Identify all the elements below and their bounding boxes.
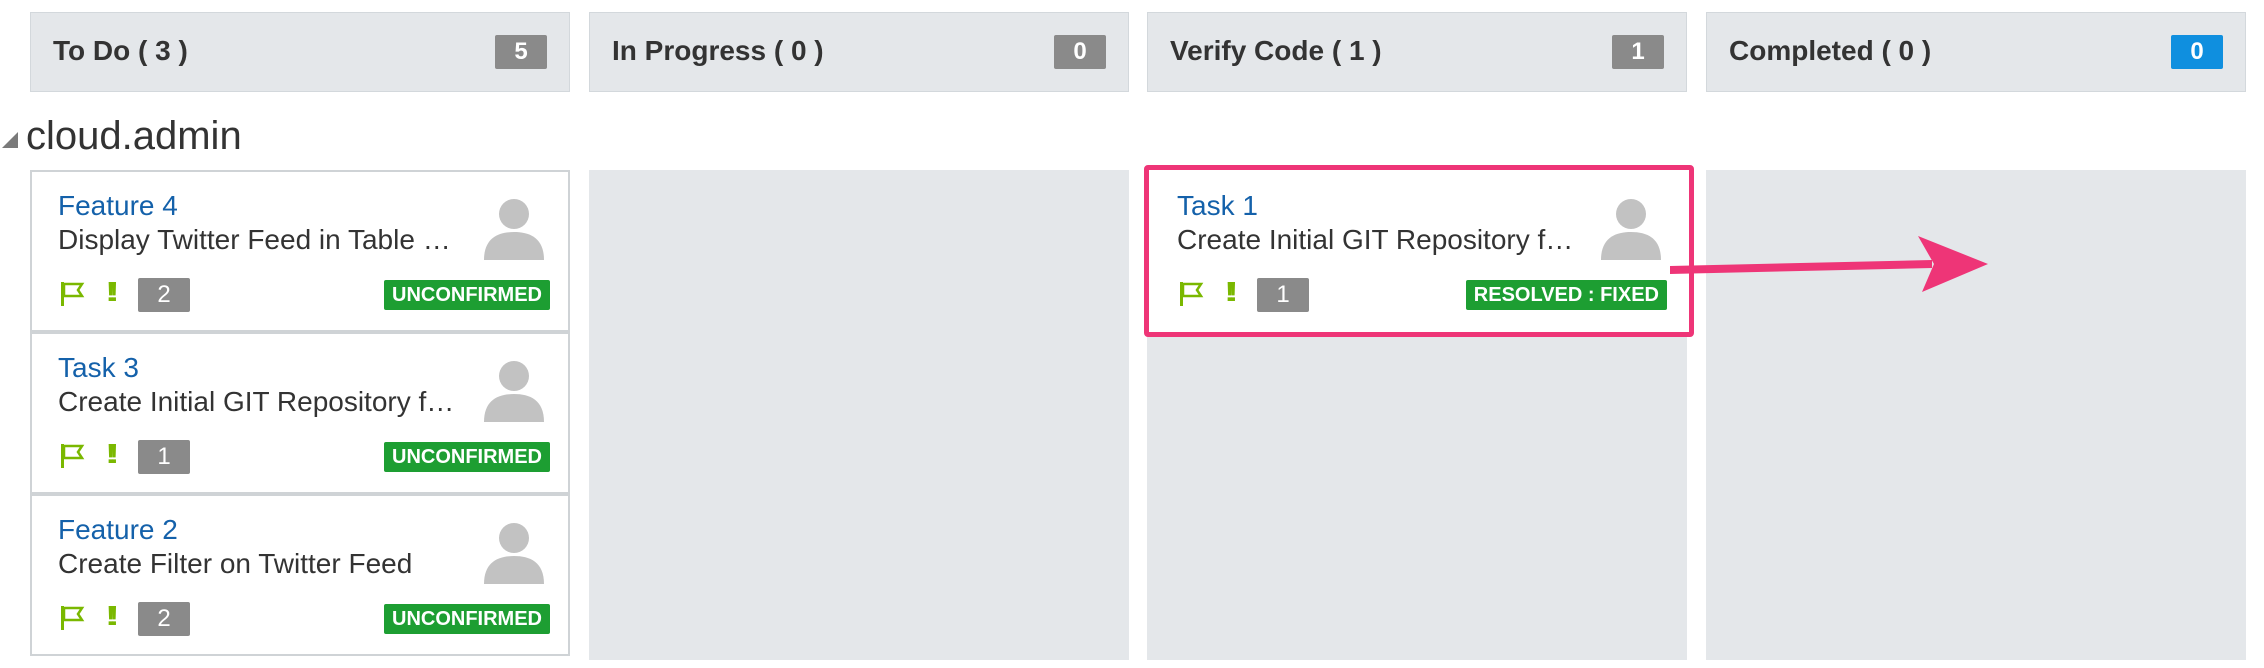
status-badge: UNCONFIRMED bbox=[384, 280, 550, 310]
collapse-triangle-icon[interactable] bbox=[2, 132, 18, 148]
column-count-badge: 1 bbox=[1612, 35, 1664, 69]
task-card[interactable]: Feature 4 Display Twitter Feed in Table … bbox=[30, 170, 570, 332]
priority-icon: !! bbox=[1225, 276, 1237, 307]
card-description: Create Filter on Twitter Feed bbox=[58, 548, 413, 579]
status-badge: UNCONFIRMED bbox=[384, 442, 550, 472]
task-card-highlighted[interactable]: Task 1 Create Initial GIT Repository f… … bbox=[1144, 165, 1694, 337]
user-avatar-icon bbox=[484, 361, 544, 422]
column-title: Completed ( 0 ) bbox=[1729, 35, 1932, 66]
card-description: Create Initial GIT Repository f… bbox=[58, 386, 455, 417]
column-header-completed[interactable]: Completed ( 0 ) 0 bbox=[1706, 12, 2246, 92]
card-description: Display Twitter Feed in Table … bbox=[58, 224, 451, 255]
flag-icon[interactable] bbox=[58, 442, 86, 470]
column-header-todo[interactable]: To Do ( 3 ) 5 bbox=[30, 12, 570, 92]
card-description: Create Initial GIT Repository f… bbox=[1177, 224, 1574, 255]
attachment-count: 1 bbox=[1257, 278, 1309, 312]
column-header-in-progress[interactable]: In Progress ( 0 ) 0 bbox=[589, 12, 1129, 92]
user-avatar-icon bbox=[484, 523, 544, 584]
column-title: To Do ( 3 ) bbox=[53, 35, 188, 66]
flag-icon[interactable] bbox=[58, 604, 86, 632]
swimlane-label: cloud.admin bbox=[26, 114, 242, 158]
card-id-link[interactable]: Task 1 bbox=[1177, 190, 1258, 222]
priority-icon: !! bbox=[106, 276, 118, 307]
flag-icon[interactable] bbox=[1177, 280, 1205, 308]
priority-icon: !! bbox=[106, 600, 118, 631]
card-id-link[interactable]: Feature 2 bbox=[58, 514, 178, 546]
status-badge: RESOLVED : FIXED bbox=[1465, 280, 1667, 310]
column-header-verify-code[interactable]: Verify Code ( 1 ) 1 bbox=[1147, 12, 1687, 92]
column-count-badge: 0 bbox=[1054, 35, 1106, 69]
card-id-link[interactable]: Task 3 bbox=[58, 352, 139, 384]
drag-arrow-icon bbox=[1670, 236, 1988, 292]
task-card[interactable]: Feature 2 Create Filter on Twitter Feed … bbox=[30, 494, 570, 656]
column-title: In Progress ( 0 ) bbox=[612, 35, 824, 66]
priority-icon: !! bbox=[106, 438, 118, 469]
column-title: Verify Code ( 1 ) bbox=[1170, 35, 1382, 66]
attachment-count: 2 bbox=[138, 278, 190, 312]
user-avatar-icon bbox=[1601, 199, 1661, 260]
status-badge: UNCONFIRMED bbox=[384, 604, 550, 634]
attachment-count: 1 bbox=[138, 440, 190, 474]
attachment-count: 2 bbox=[138, 602, 190, 636]
column-count-badge: 5 bbox=[495, 35, 547, 69]
column-count-badge: 0 bbox=[2171, 35, 2223, 69]
column-area-in-progress[interactable] bbox=[589, 170, 1129, 660]
card-id-link[interactable]: Feature 4 bbox=[58, 190, 178, 222]
user-avatar-icon bbox=[484, 199, 544, 260]
task-card[interactable]: Task 3 Create Initial GIT Repository f… … bbox=[30, 332, 570, 494]
flag-icon[interactable] bbox=[58, 280, 86, 308]
